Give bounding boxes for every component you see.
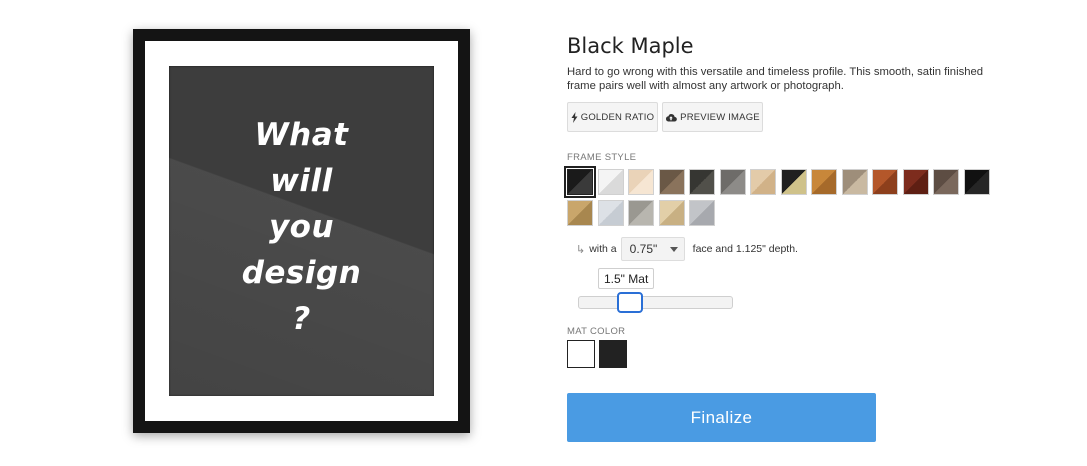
mat-size-slider[interactable]: [578, 296, 733, 309]
frame-swatch[interactable]: [780, 169, 807, 195]
mat-size-tooltip: 1.5" Mat: [598, 268, 655, 289]
preview-image-button[interactable]: PREVIEW IMAGE: [662, 102, 763, 132]
face-suffix: face and 1.125" depth.: [692, 243, 798, 255]
frame-swatch[interactable]: [689, 169, 715, 195]
frame-swatch[interactable]: [628, 200, 654, 226]
frame-swatch[interactable]: [658, 200, 685, 226]
frame-swatch[interactable]: [841, 169, 868, 195]
frame-swatch[interactable]: [567, 200, 593, 226]
preview-image-label: PREVIEW IMAGE: [680, 111, 760, 123]
frame-swatch[interactable]: [719, 169, 746, 195]
mat-color-label: MAT COLOR: [567, 326, 626, 337]
frame-swatch[interactable]: [628, 169, 654, 195]
frame-swatch[interactable]: [963, 169, 990, 195]
golden-ratio-label: GOLDEN RATIO: [580, 111, 655, 123]
bolt-icon: [571, 111, 578, 123]
artwork-line: design: [241, 255, 362, 291]
artwork-line: you: [268, 209, 335, 245]
face-prefix: with a: [589, 243, 617, 255]
mat-size-slider-thumb[interactable]: [616, 292, 643, 313]
finalize-button[interactable]: Finalize: [567, 393, 876, 442]
frame-swatch[interactable]: [597, 169, 624, 195]
mat-color-black[interactable]: [599, 340, 627, 368]
artwork-text: What will you design ?: [169, 112, 434, 342]
frame-swatch[interactable]: [658, 169, 685, 195]
golden-ratio-button[interactable]: GOLDEN RATIO: [567, 102, 658, 132]
frame-swatch[interactable]: [811, 169, 837, 195]
cloud-upload-icon: [665, 113, 678, 122]
frame-swatch[interactable]: [597, 200, 624, 226]
return-arrow-icon: ↳: [576, 243, 586, 256]
mat-preview: What will you design ?: [145, 41, 458, 421]
frame-swatch[interactable]: [872, 169, 898, 195]
frame-swatch[interactable]: [750, 169, 776, 195]
frame-swatch[interactable]: [902, 169, 929, 195]
face-width-select[interactable]: 0.75": [620, 237, 685, 261]
artwork-line: ?: [292, 301, 311, 337]
chevron-down-icon: [669, 247, 678, 252]
frame-swatch[interactable]: [689, 200, 715, 226]
artwork-line: will: [270, 163, 333, 199]
mat-color-white[interactable]: [567, 340, 595, 368]
artwork-line: What: [254, 117, 349, 153]
frame-swatch[interactable]: [564, 166, 596, 198]
frame-style-label: FRAME STYLE: [567, 152, 637, 163]
frame-swatch[interactable]: [933, 169, 959, 195]
product-title: Black Maple: [567, 34, 694, 58]
frame-preview: What will you design ?: [133, 29, 470, 433]
artwork-placeholder: What will you design ?: [169, 66, 434, 396]
face-depth-row: ↳ with a 0.75" face and 1.125" depth.: [576, 237, 798, 261]
product-description: Hard to go wrong with this versatile and…: [567, 66, 984, 92]
face-width-value: 0.75": [629, 242, 658, 256]
